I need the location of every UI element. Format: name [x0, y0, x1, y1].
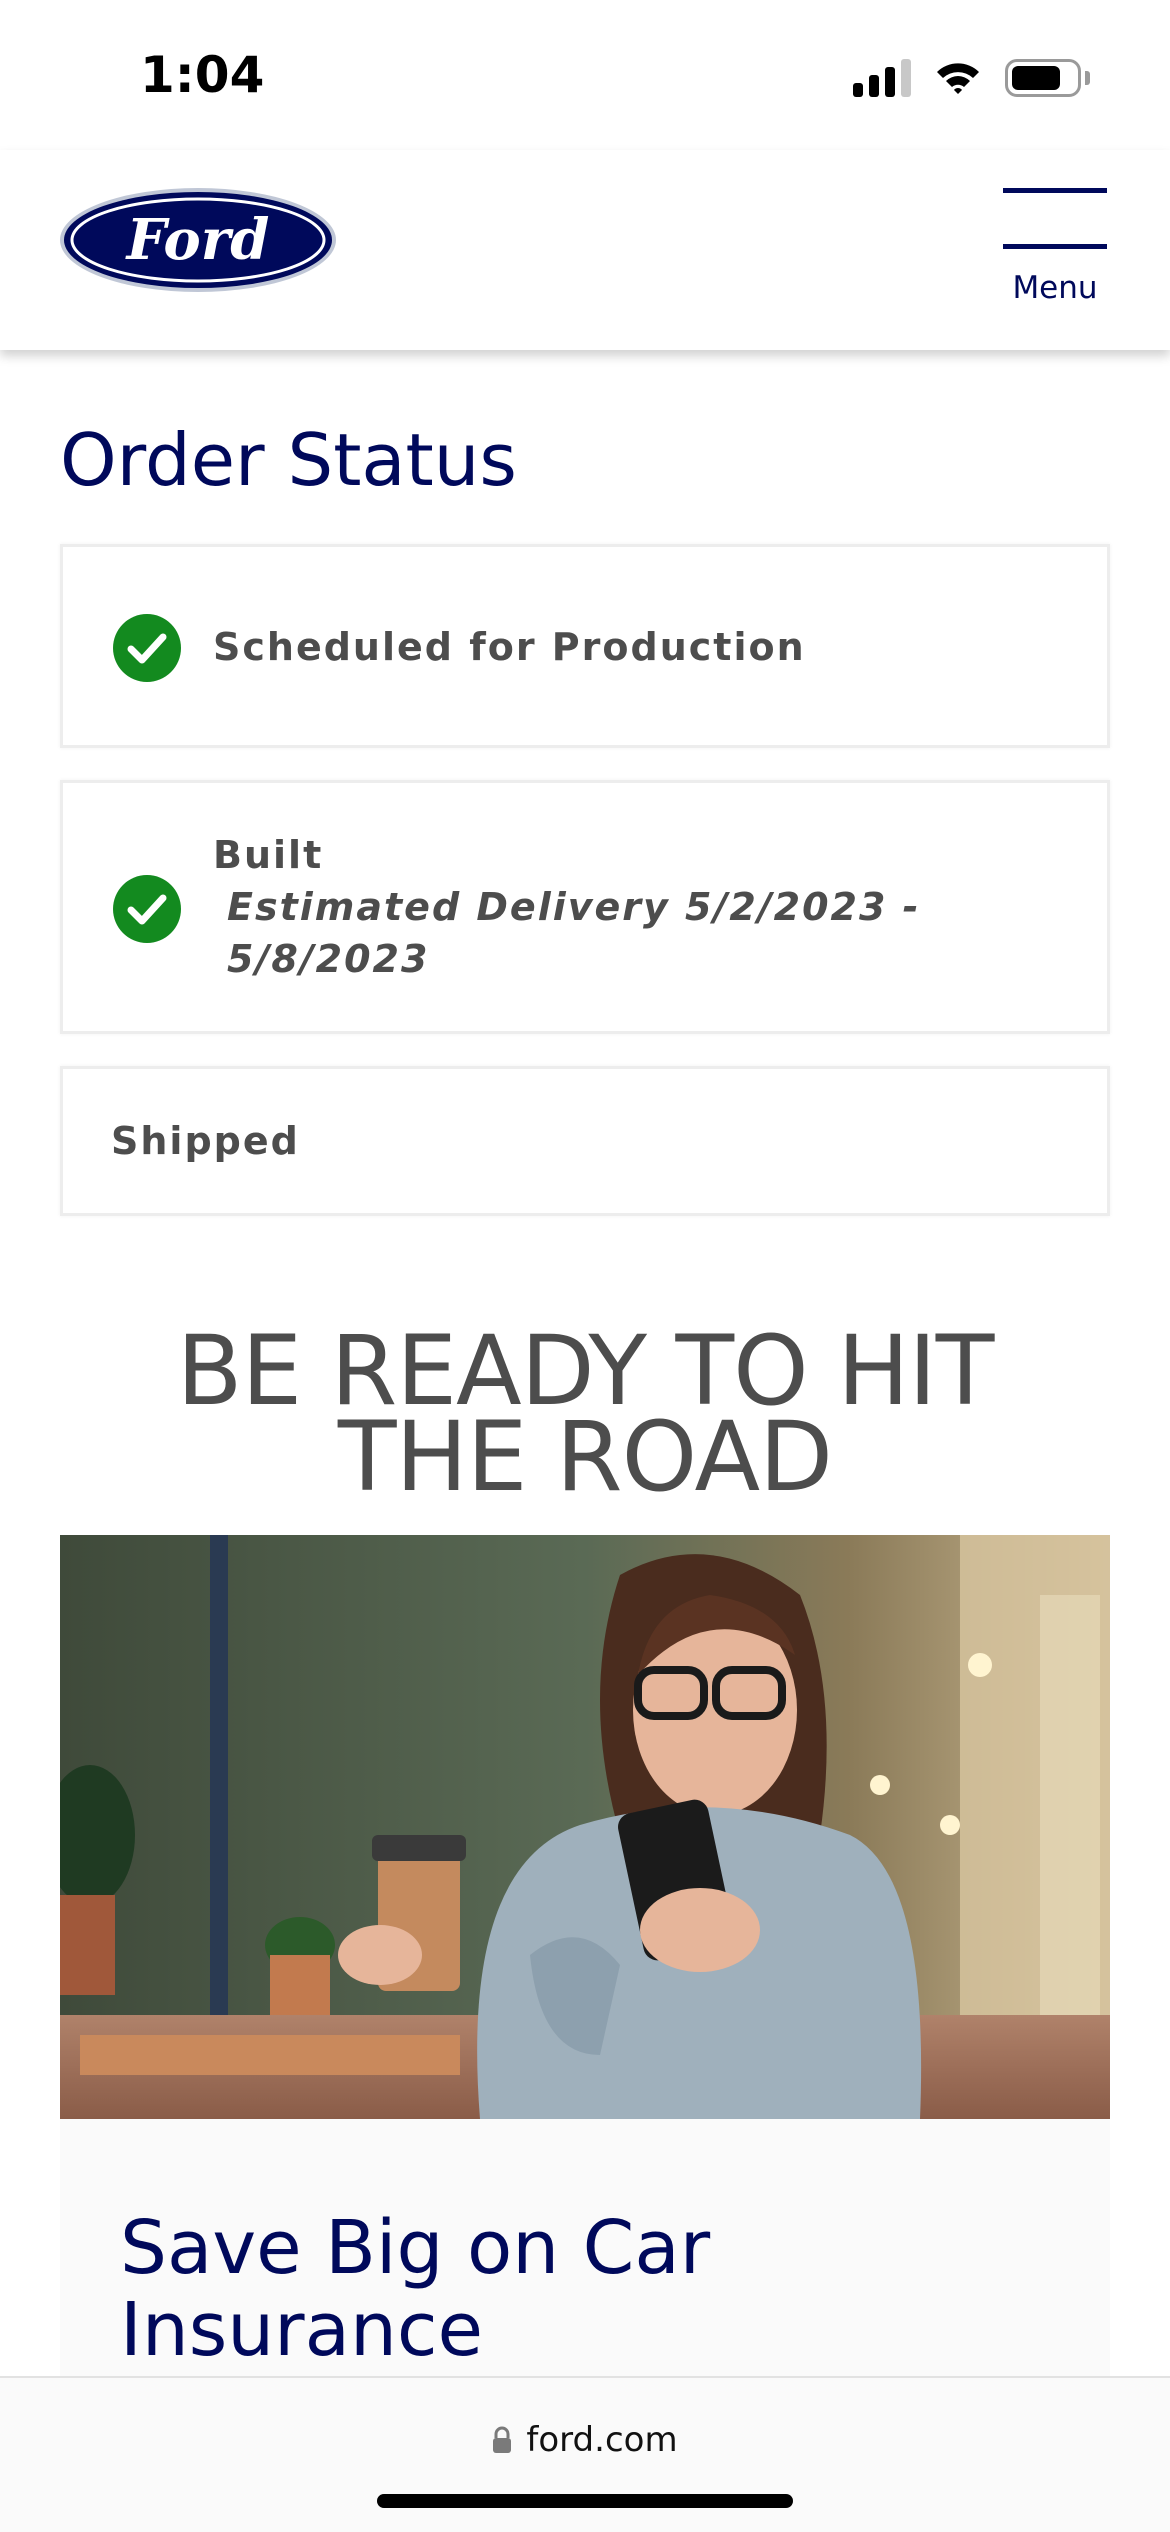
check-icon — [113, 614, 181, 682]
wifi-icon — [937, 63, 979, 94]
insurance-promo-card[interactable]: Save Big on Car Insurance — [60, 2119, 1110, 2379]
estimated-delivery-line2: 5/8/2023 — [227, 937, 430, 981]
ford-logo[interactable]: Ford — [58, 186, 338, 294]
cellular-signal-icon — [853, 59, 911, 97]
menu-label: Menu — [1012, 270, 1098, 306]
promo-heading: BE READY TO HIT THE ROAD — [60, 1323, 1110, 1505]
status-step-built: Built Estimated Delivery 5/2/2023 - 5/8/… — [60, 780, 1110, 1034]
url-display[interactable]: ford.com — [0, 2420, 1170, 2460]
status-step-scheduled: Scheduled for Production — [60, 544, 1110, 748]
status-step-label: Shipped — [111, 1119, 300, 1163]
ford-logo-text: Ford — [125, 207, 270, 273]
status-step-label: Built — [213, 833, 324, 877]
url-text: ford.com — [526, 2420, 678, 2460]
battery-icon — [1005, 59, 1090, 97]
page: 1:04 Ford Menu Order Status Scheduled fo… — [0, 0, 1170, 2532]
hamburger-icon — [1003, 188, 1107, 193]
status-time: 1:04 — [140, 46, 265, 104]
promo-card-title-line2: Insurance — [120, 2287, 484, 2373]
check-icon — [113, 875, 181, 943]
page-title: Order Status — [60, 418, 517, 502]
home-indicator[interactable] — [377, 2494, 793, 2508]
promo-image-woman-with-phone — [60, 1535, 1110, 2119]
status-icons — [853, 56, 1090, 100]
lock-icon — [493, 2426, 512, 2453]
status-step-label: Scheduled for Production — [213, 625, 806, 669]
status-bar: 1:04 — [0, 0, 1170, 150]
menu-button[interactable]: Menu — [1000, 188, 1110, 308]
status-step-shipped: Shipped — [60, 1066, 1110, 1216]
site-header: Ford Menu — [0, 150, 1170, 350]
estimated-delivery-line1: Estimated Delivery 5/2/2023 - — [227, 885, 921, 929]
browser-url-bar[interactable]: ford.com — [0, 2376, 1170, 2532]
promo-card-title-line1: Save Big on Car — [120, 2205, 711, 2291]
promo-card-title: Save Big on Car Insurance — [120, 2207, 1020, 2371]
